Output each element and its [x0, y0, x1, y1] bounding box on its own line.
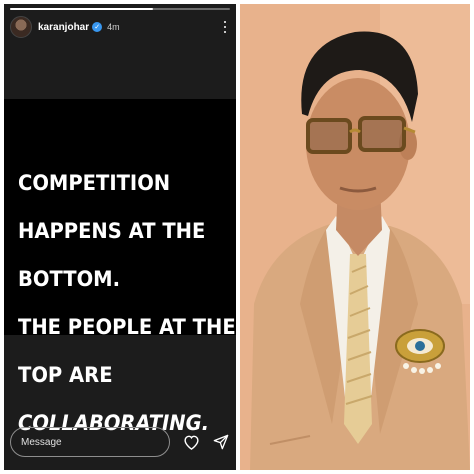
quote-line: THE PEOPLE AT THE: [18, 315, 236, 339]
glasses-right-lens: [358, 116, 406, 152]
story-footer: [10, 426, 230, 458]
quote-line: BOTTOM.: [18, 267, 121, 291]
heart-icon[interactable]: [182, 433, 200, 451]
quote-line: COMPETITION: [18, 171, 171, 195]
verified-badge-icon: ✓: [92, 22, 103, 32]
quote-card: COMPETITION HAPPENS AT THE BOTTOM. THE P…: [4, 99, 236, 435]
avatar[interactable]: [10, 16, 32, 38]
quote-line: TOP ARE: [18, 363, 113, 387]
message-input[interactable]: [10, 427, 170, 457]
story-timestamp: 4m: [107, 22, 120, 32]
instagram-story: karanjohar ✓ 4m COMPETITION HAPPENS AT T…: [4, 4, 236, 470]
portrait-photo: [240, 4, 470, 470]
glasses-left-lens: [306, 118, 352, 154]
story-progress-fill: [10, 8, 153, 10]
more-options-icon[interactable]: [220, 20, 230, 34]
quote-line: HAPPENS AT THE: [18, 219, 206, 243]
username[interactable]: karanjohar: [38, 22, 89, 33]
quote-text: COMPETITION HAPPENS AT THE BOTTOM. THE P…: [18, 147, 236, 459]
story-progress-bar: [10, 8, 230, 10]
send-icon[interactable]: [212, 433, 230, 451]
story-header: karanjohar ✓ 4m: [10, 15, 230, 39]
portrait-illustration: [240, 4, 470, 470]
